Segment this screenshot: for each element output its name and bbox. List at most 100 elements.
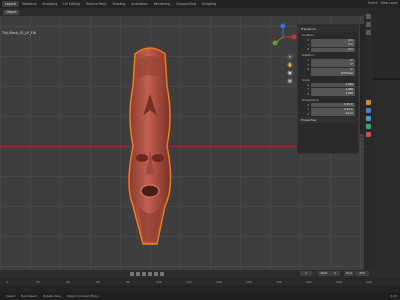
dimensions-z-row: Z 0.6 m <box>307 112 355 116</box>
rotation-y-field[interactable]: 0° <box>311 63 355 67</box>
mask-mouth <box>140 184 160 198</box>
tab-modeling[interactable]: Modeling <box>19 1 40 7</box>
tiki-mask-mesh[interactable] <box>115 46 185 246</box>
object-icon[interactable] <box>366 100 371 105</box>
mask-right-eye <box>152 154 164 162</box>
output-icon[interactable] <box>366 30 371 35</box>
scale-x-field[interactable]: 1.000 <box>311 83 355 87</box>
render-icon[interactable] <box>366 22 371 27</box>
timeline-tick: 180 <box>276 280 282 284</box>
timeline-tick: 200 <box>306 280 312 284</box>
navigation-gizmo[interactable] <box>268 22 298 52</box>
prev-keyframe-icon[interactable] <box>136 272 140 276</box>
properties-panel-header[interactable]: Properties <box>298 117 358 123</box>
rotation-mode-dropdown[interactable]: XYZ Euler <box>311 72 355 76</box>
scale-label: Scale: <box>302 77 311 82</box>
modifier-icon[interactable] <box>366 108 371 113</box>
end-frame-field[interactable]: 250 <box>355 271 369 276</box>
workspace-tabs-bar: Layout Modeling Sculpting UV Editing Tex… <box>0 0 400 8</box>
particles-icon[interactable] <box>366 116 371 121</box>
scale-z-field[interactable]: 1.000 <box>311 92 355 96</box>
ortho-toggle-icon[interactable]: ▦ <box>287 78 293 84</box>
rotation-x-field[interactable]: 0° <box>311 58 355 63</box>
play-reverse-icon[interactable] <box>142 272 146 276</box>
mask-top-ridge <box>137 56 163 78</box>
blender-window: Layout Modeling Sculpting UV Editing Tex… <box>0 0 400 300</box>
dimensions-z-field[interactable]: 0.6 m <box>311 112 355 116</box>
status-bar: Select Box Select Rotate View Object Con… <box>0 292 400 300</box>
tool-settings-icon[interactable] <box>366 14 371 19</box>
object-name-overlay: Tiki_Mask_01_LP_FIN <box>2 31 37 35</box>
3d-viewport[interactable]: Object Tiki_Mask_01_LP_FIN ⌕ ✋ ▣ ▦ Trans… <box>0 8 364 270</box>
object-mode-dropdown[interactable]: Object <box>3 9 20 15</box>
end-frame-label: End <box>344 271 354 276</box>
tab-animation[interactable]: Animation <box>128 1 150 7</box>
tab-shading[interactable]: Shading <box>109 1 128 7</box>
jump-start-icon[interactable] <box>130 272 134 276</box>
tab-layout[interactable]: Layout <box>2 1 19 7</box>
material-icon[interactable] <box>366 132 371 137</box>
tab-sculpting[interactable]: Sculpting <box>39 1 60 7</box>
physics-icon[interactable] <box>366 124 371 129</box>
next-keyframe-icon[interactable] <box>154 272 158 276</box>
status-context-hint: Object Context Menu <box>66 294 99 298</box>
view-layer-selector[interactable]: View Layer <box>381 1 398 5</box>
zoom-view-icon[interactable]: ⌕ <box>287 54 293 60</box>
location-label: Location: <box>302 33 315 37</box>
location-x-field[interactable]: 0 m <box>311 38 355 43</box>
sidebar-n-panel: Transform Location: X0 m Y0 m Z0 m Rotat… <box>297 24 359 154</box>
scale-y-field[interactable]: 1.000 <box>311 87 355 92</box>
dimensions-x-field[interactable]: 0.15 m <box>311 103 355 107</box>
tab-compositing[interactable]: Compositing <box>173 1 199 7</box>
timeline-tick: 120 <box>186 280 192 284</box>
scene-selector[interactable]: Scene <box>368 1 378 5</box>
tab-scripting[interactable]: Scripting <box>199 1 219 7</box>
scale-y-row: Y 1.000 <box>307 87 355 92</box>
status-box-select-hint: Box Select <box>21 294 38 298</box>
location-z-row: Z0 m <box>307 47 355 52</box>
dimensions-x-row: X 0.15 m <box>307 103 355 107</box>
timeline-tick: 0 <box>6 280 8 284</box>
viewport-header: Object <box>0 8 364 16</box>
dimensions-label: Dimensions: <box>302 97 320 102</box>
timeline-tick: 60 <box>96 280 100 284</box>
rotation-x-row: X 0° <box>307 58 355 63</box>
rotation-label: Rotation: <box>302 53 315 57</box>
properties-tab-strip <box>364 8 373 270</box>
rotation-mode-row: XYZ Euler <box>301 72 355 76</box>
timeline-tick: 80 <box>126 280 130 284</box>
scale-z-row: Z 1.000 <box>307 92 355 96</box>
location-x-row: X0 m <box>307 38 355 43</box>
start-frame-field[interactable]: 1 <box>330 271 340 276</box>
rotation-y-row: Y 0° <box>307 63 355 67</box>
timeline-header <box>0 270 400 278</box>
start-frame-label: Start <box>318 271 330 276</box>
camera-view-icon[interactable]: ▣ <box>287 70 293 76</box>
tab-texture-paint[interactable]: Texture Paint <box>83 1 110 7</box>
status-select-hint: Select <box>6 294 16 298</box>
rotation-z-field[interactable]: 0° <box>311 67 355 72</box>
tab-uv-editing[interactable]: UV Editing <box>60 1 83 7</box>
tab-rendering[interactable]: Rendering <box>151 1 173 7</box>
play-icon[interactable] <box>148 272 152 276</box>
scale-x-row: X 1.000 <box>307 83 355 87</box>
location-y-row: Y0 m <box>307 43 355 47</box>
mask-left-eye <box>136 154 148 162</box>
timeline-tick: 100 <box>156 280 162 284</box>
properties-editor[interactable] <box>373 80 400 270</box>
timeline-tick: 40 <box>66 280 70 284</box>
version-label: 2.93 <box>390 294 397 298</box>
pan-view-icon[interactable]: ✋ <box>287 62 293 68</box>
rotation-z-row: Z 0° <box>307 67 355 72</box>
location-z-field[interactable]: 0 m <box>311 47 355 52</box>
timeline-tick: 160 <box>246 280 252 284</box>
location-y-field[interactable]: 0 m <box>311 43 355 47</box>
outliner-panel[interactable] <box>373 8 400 78</box>
status-rotate-hint: Rotate View <box>43 294 61 298</box>
current-frame-field[interactable]: 1 <box>300 271 312 276</box>
dimensions-y-field[interactable]: 0.14 m <box>311 107 355 112</box>
jump-end-icon[interactable] <box>160 272 164 276</box>
timeline-tick: 140 <box>216 280 222 284</box>
dimensions-y-row: Y 0.14 m <box>307 107 355 112</box>
timeline-tick: 240 <box>366 280 372 284</box>
